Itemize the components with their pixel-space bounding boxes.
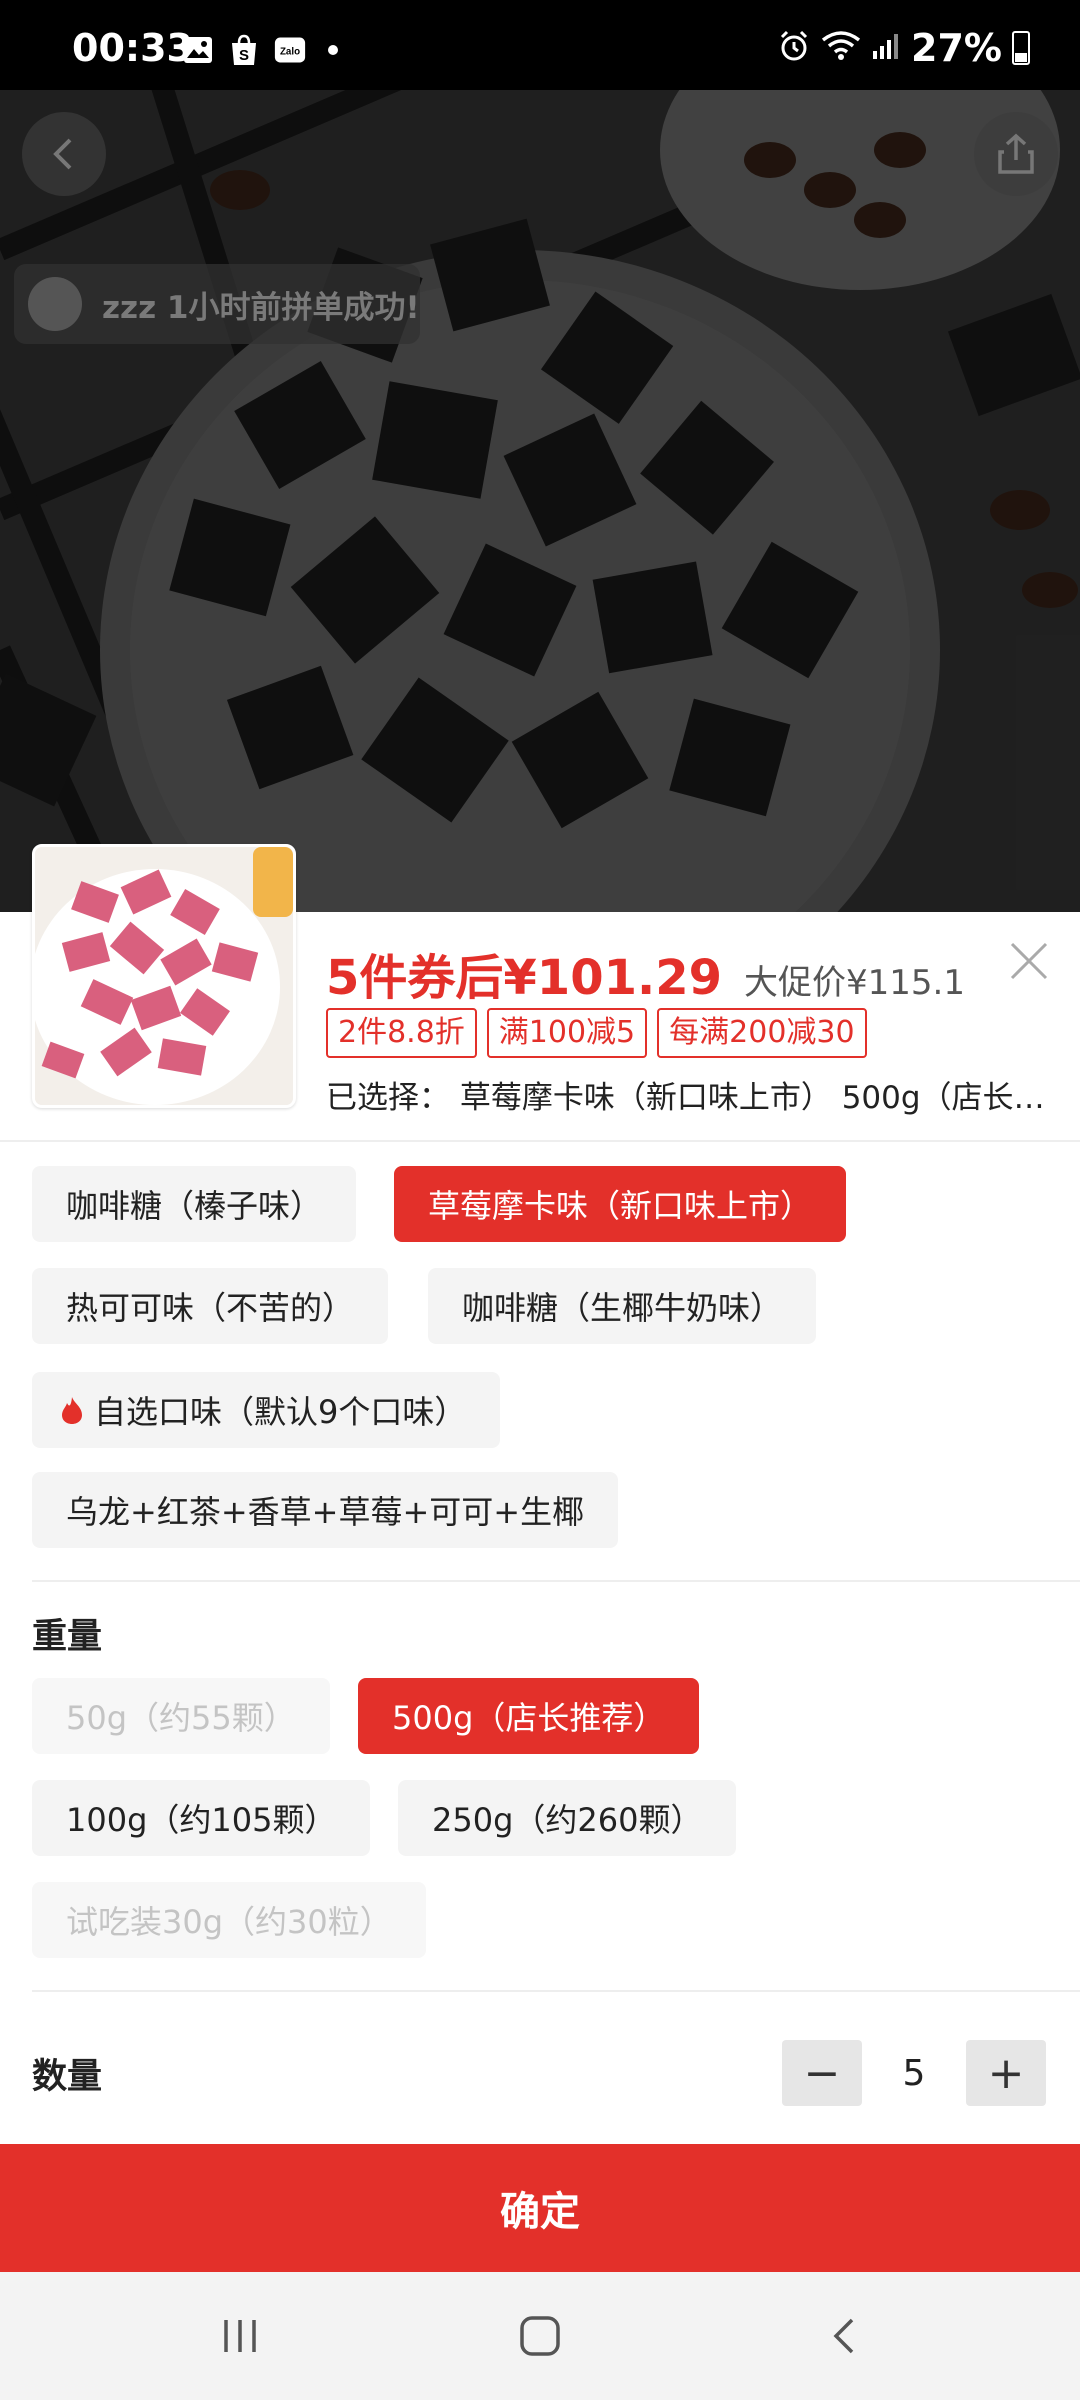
back-button[interactable] [22,112,106,196]
home-button[interactable] [510,2306,570,2366]
weight-option-500g[interactable]: 500g（店长推荐） [358,1678,700,1754]
shopee-icon: S [228,34,260,66]
divider [32,1580,1080,1582]
share-icon [998,133,1034,174]
divider [32,1990,1080,1992]
gallery-icon [182,34,214,66]
notification-icons: S Zalo [182,34,338,66]
weight-option-50g[interactable]: 50g（约55颗） [32,1678,330,1754]
avatar [28,277,82,331]
status-right: 27% [777,26,1030,70]
weight-label: 重量 [32,1617,103,1657]
chevron-left-icon [53,138,72,170]
divider [0,1140,1080,1142]
weight-option-trial-30g[interactable]: 试吃装30g（约30粒） [32,1882,426,1958]
recent-apps-button[interactable] [210,2306,270,2366]
sku-thumbnail[interactable] [32,844,296,1108]
coupon-price: 5件券后¥101.29 [326,950,723,1006]
promo-tags: 2件8.8折 满100减5 每满200减30 [326,1008,867,1058]
flavor-option-coconut-milk[interactable]: 咖啡糖（生椰牛奶味） [428,1268,817,1344]
wifi-icon [821,30,861,66]
selected-sku-text: 已选择： 草莓摩卡味（新口味上市） 500g（店长推荐） [326,1080,1056,1116]
recent-apps-icon [224,2320,256,2352]
system-navigation-bar [0,2272,1080,2400]
flavor-option-mixed[interactable]: 乌龙+红茶+香草+草莓+可可+生椰 [32,1472,619,1548]
battery-icon [1012,31,1030,65]
price-line: 5件券后¥101.29 大促价¥115.1 [326,938,965,1008]
flavor-option-hot-cocoa[interactable]: 热可可味（不苦的） [32,1268,389,1344]
flavor-option-custom[interactable]: 自选口味（默认9个口味） [32,1372,501,1448]
home-icon [520,2316,560,2356]
system-back-button[interactable] [814,2306,874,2366]
status-bar: 00:33 S Zalo 27% [0,0,1080,90]
svg-text:Zalo: Zalo [280,46,300,57]
promo-tag: 2件8.8折 [326,1008,477,1058]
zalo-icon: Zalo [274,34,306,66]
promo-tag: 每满200减30 [657,1008,867,1058]
signal-icon [871,31,901,65]
group-buy-notice: zzz 1小时前拼单成功! [14,264,420,344]
modal-dim-overlay[interactable] [0,90,1080,912]
strawberry-candy-image [35,847,293,1105]
product-image-overlay[interactable]: zzz 1小时前拼单成功! [0,90,1080,912]
sku-selection-sheet: 5件券后¥101.29 大促价¥115.1 2件8.8折 满100减5 每满20… [0,844,1080,2144]
share-button[interactable] [974,112,1058,196]
close-button[interactable] [1006,938,1052,984]
quantity-label: 数量 [32,2057,103,2097]
weight-option-250g[interactable]: 250g（约260颗） [398,1780,737,1856]
alarm-icon [777,29,811,67]
quantity-decrease-button[interactable]: − [782,2040,862,2106]
weight-option-100g[interactable]: 100g（约105颗） [32,1780,371,1856]
close-icon [1010,942,1048,980]
quantity-increase-button[interactable]: + [966,2040,1046,2106]
svg-text:S: S [239,47,249,64]
battery-percent: 27% [911,26,1002,70]
confirm-button[interactable]: 确定 [0,2144,1080,2272]
promo-price: 大促价¥115.1 [744,963,965,1003]
fire-icon [62,1397,82,1424]
flavor-option-custom-label: 自选口味（默认9个口味） [94,1393,467,1431]
notice-text: zzz 1小时前拼单成功! [102,289,420,326]
more-notifications-dot [328,45,338,55]
quantity-value[interactable]: 5 [874,2040,954,2106]
promo-tag: 满100减5 [486,1008,648,1058]
back-icon [833,2318,854,2354]
flavor-option-strawberry-mocha[interactable]: 草莓摩卡味（新口味上市） [394,1166,847,1242]
flavor-option-hazelnut[interactable]: 咖啡糖（榛子味） [32,1166,357,1242]
status-time: 00:33 [72,26,193,70]
